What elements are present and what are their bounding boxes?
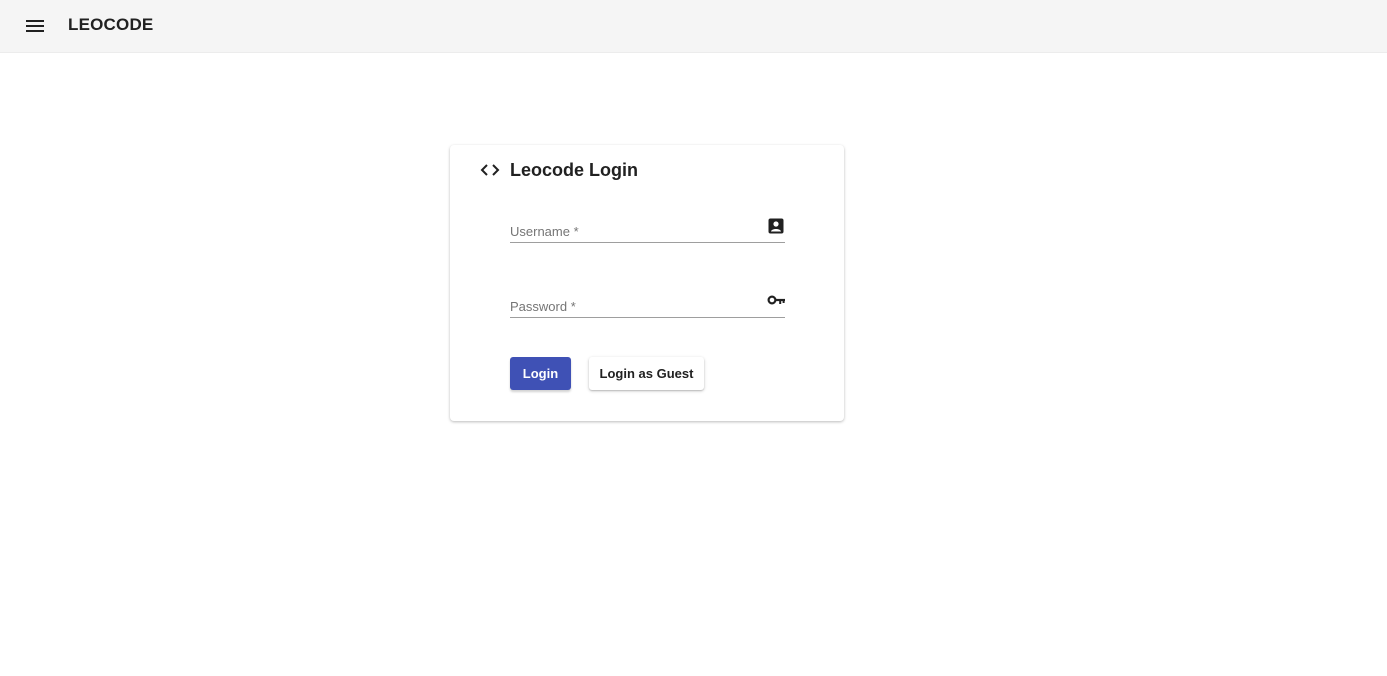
code-icon — [479, 159, 501, 181]
menu-button[interactable] — [20, 11, 50, 41]
menu-icon — [26, 19, 44, 33]
account-box-icon — [767, 217, 785, 235]
username-input[interactable] — [510, 209, 755, 241]
login-button[interactable]: Login — [510, 357, 571, 390]
key-icon — [767, 292, 785, 310]
username-field: Username * — [510, 209, 785, 243]
password-input[interactable] — [510, 284, 755, 316]
login-as-guest-button[interactable]: Login as Guest — [589, 357, 704, 390]
password-field: Password * — [510, 284, 785, 318]
app-title: LEOCODE — [68, 15, 154, 34]
card-title: Leocode Login — [510, 159, 638, 180]
app-bar: LEOCODE — [0, 0, 1387, 53]
login-card: Leocode Login Username * Password * Logi… — [450, 145, 844, 421]
card-header: Leocode Login — [479, 159, 638, 181]
